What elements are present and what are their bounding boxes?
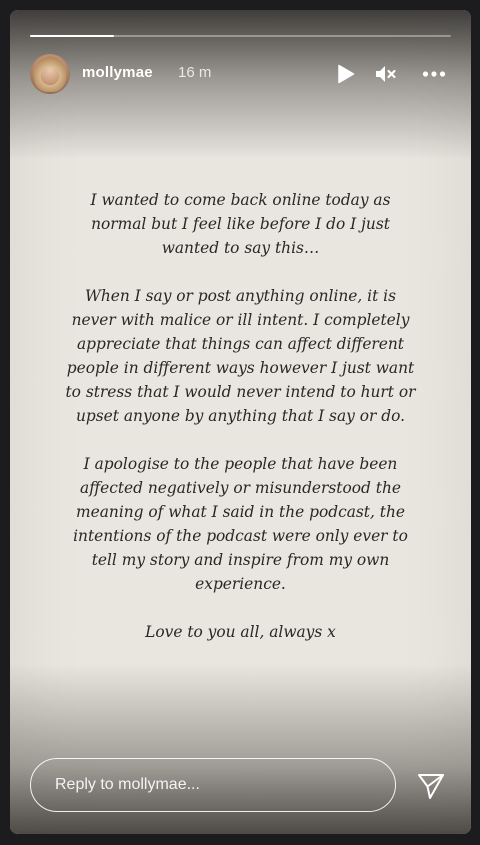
story-signoff: Love to you all, always x — [145, 623, 336, 641]
timestamp: 16 m — [178, 64, 212, 81]
story-card[interactable]: mollymae 16 m I wanted to come back onli… — [10, 10, 471, 834]
story-message: I wanted to come back online today as no… — [65, 188, 416, 668]
story-paragraph: When I say or post anything online, it i… — [65, 287, 416, 425]
play-button[interactable] — [332, 60, 360, 88]
story-header: mollymae 16 m — [30, 52, 451, 96]
more-options-button[interactable] — [420, 60, 448, 88]
play-icon — [338, 64, 355, 84]
reply-bar — [30, 758, 451, 814]
mute-button[interactable] — [372, 60, 400, 88]
story-progress-bar — [30, 35, 451, 37]
avatar[interactable] — [30, 54, 70, 94]
username[interactable]: mollymae — [82, 64, 153, 81]
story-progress-fill — [30, 35, 115, 37]
more-horizontal-icon — [422, 71, 446, 77]
send-button[interactable] — [415, 770, 447, 802]
speaker-muted-icon — [376, 66, 396, 82]
send-icon — [418, 774, 444, 799]
story-paragraph: I apologise to the people that have been… — [73, 455, 408, 593]
reply-input[interactable] — [30, 758, 396, 812]
story-viewer: mollymae 16 m I wanted to come back onli… — [0, 0, 480, 845]
story-paragraph: I wanted to come back online today as no… — [90, 191, 391, 257]
avatar-hair-shape — [34, 56, 66, 92]
